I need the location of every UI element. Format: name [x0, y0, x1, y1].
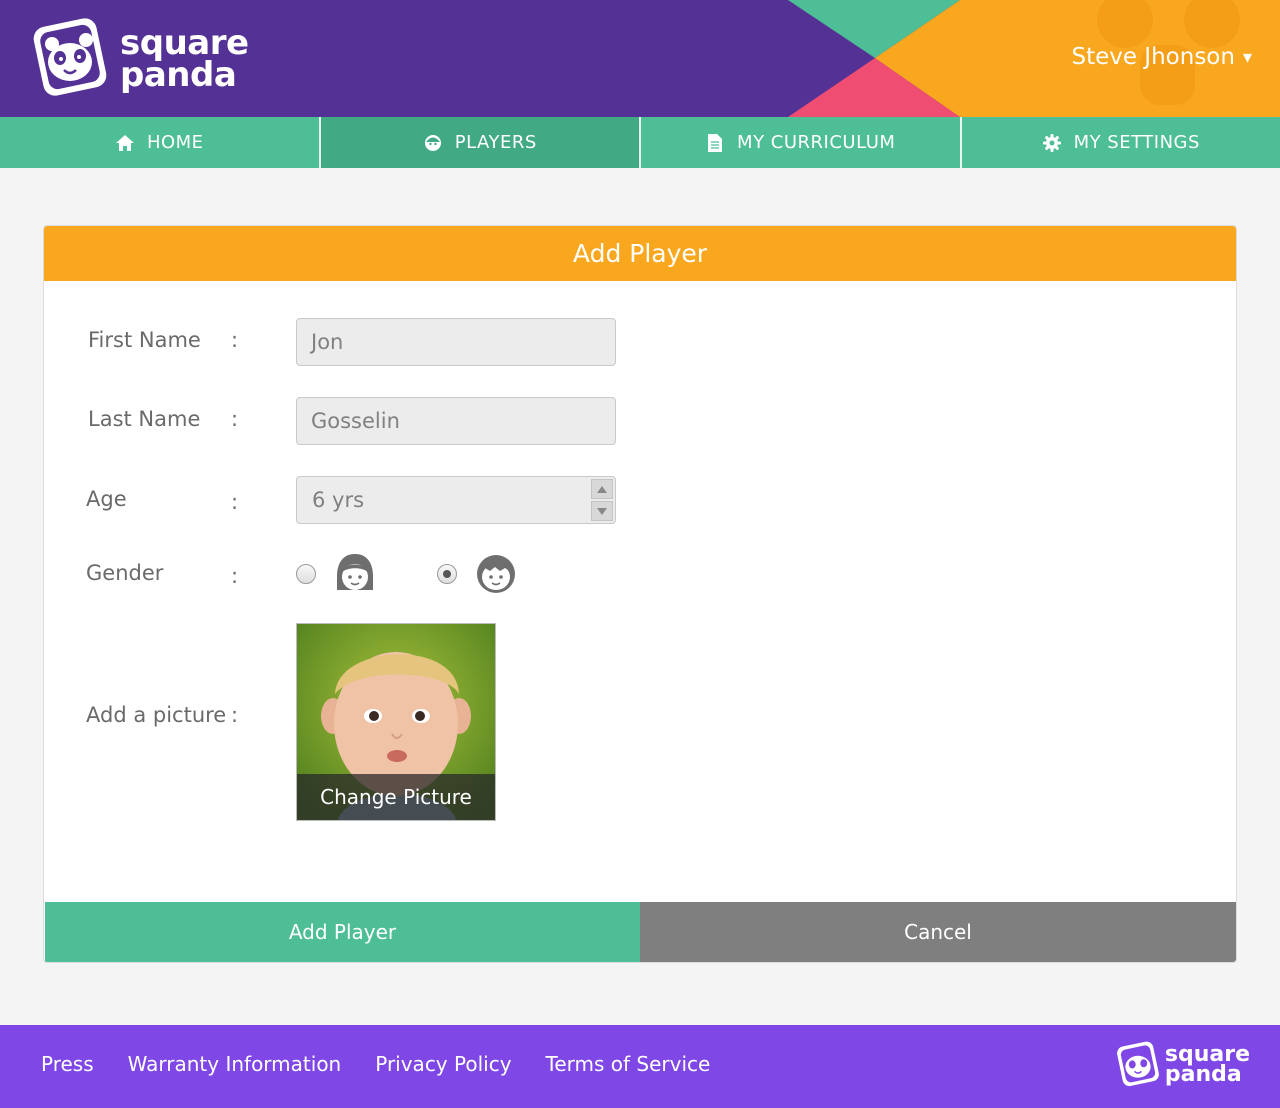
- footer-link-warranty[interactable]: Warranty Information: [128, 1052, 342, 1076]
- age-label: Age: [86, 487, 127, 511]
- player-face-icon: [423, 133, 443, 153]
- footer-link-press[interactable]: Press: [41, 1052, 94, 1076]
- footer-logo-line-2: panda: [1164, 1062, 1242, 1087]
- footer-link-privacy[interactable]: Privacy Policy: [375, 1052, 511, 1076]
- cancel-button[interactable]: Cancel: [640, 902, 1236, 962]
- gender-radio-girl[interactable]: [296, 564, 316, 584]
- footer: Press Warranty Information Privacy Polic…: [0, 1025, 1280, 1108]
- nav-home-label: HOME: [146, 132, 204, 153]
- document-icon: [705, 133, 725, 153]
- user-menu[interactable]: Steve Jhonson ▾: [1071, 44, 1252, 70]
- user-name: Steve Jhonson: [1071, 44, 1235, 70]
- home-icon: [115, 133, 135, 153]
- age-stepper[interactable]: 6 yrs: [296, 476, 616, 524]
- colon: :: [231, 490, 239, 514]
- nav-settings-label: MY SETTINGS: [1073, 132, 1200, 153]
- main-nav: HOME PLAYERS MY CURRICULUM MY SETTINGS: [0, 117, 1280, 168]
- boy-face-icon: [477, 555, 515, 593]
- picture-label: Add a picture: [86, 703, 227, 727]
- nav-players-label: PLAYERS: [454, 132, 537, 153]
- logo-text: square panda: [120, 26, 249, 95]
- girl-face-icon: [337, 554, 373, 590]
- stepper-controls: [591, 479, 613, 521]
- gender-radio-boy[interactable]: [437, 564, 457, 584]
- player-picture[interactable]: Change Picture: [296, 623, 496, 821]
- chevron-down-icon: ▾: [1242, 46, 1252, 68]
- nav-home[interactable]: HOME: [0, 117, 321, 168]
- decrement-button[interactable]: [591, 501, 613, 521]
- nav-players[interactable]: PLAYERS: [320, 117, 641, 168]
- age-value: 6 yrs: [312, 488, 365, 512]
- last-name-label: Last Name: [88, 407, 201, 431]
- card-title: Add Player: [44, 226, 1236, 281]
- colon: :: [231, 407, 239, 431]
- nav-curriculum-label: MY CURRICULUM: [737, 132, 896, 153]
- footer-links: Press Warranty Information Privacy Polic…: [41, 1052, 710, 1076]
- add-player-card: Add Player First Name : Jon Last Name : …: [43, 225, 1237, 963]
- last-name-field[interactable]: Gosselin: [296, 397, 616, 445]
- colon: :: [231, 328, 239, 352]
- arrow-up-icon: [597, 485, 607, 493]
- change-picture-button[interactable]: Change Picture: [297, 774, 495, 820]
- first-name-label: First Name: [88, 328, 201, 352]
- arrow-down-icon: [597, 507, 607, 515]
- square-panda-logo[interactable]: square panda: [30, 16, 249, 102]
- panda-logo-icon: [1116, 1041, 1159, 1087]
- colon: :: [231, 564, 239, 588]
- nav-curriculum[interactable]: MY CURRICULUM: [641, 117, 962, 168]
- header: square panda Steve Jhonson ▾: [0, 0, 1280, 117]
- footer-link-terms[interactable]: Terms of Service: [546, 1052, 711, 1076]
- footer-logo-text: square panda: [1164, 1044, 1250, 1087]
- add-player-button[interactable]: Add Player: [45, 902, 640, 962]
- gender-label: Gender: [86, 561, 164, 585]
- gear-icon: [1042, 133, 1062, 153]
- first-name-field[interactable]: Jon: [296, 318, 616, 366]
- nav-settings[interactable]: MY SETTINGS: [961, 117, 1280, 168]
- logo-line-2: panda: [120, 55, 237, 95]
- colon: :: [231, 703, 239, 727]
- panda-logo-icon: [33, 18, 107, 96]
- increment-button[interactable]: [591, 479, 613, 499]
- footer-logo[interactable]: square panda: [1115, 1040, 1250, 1090]
